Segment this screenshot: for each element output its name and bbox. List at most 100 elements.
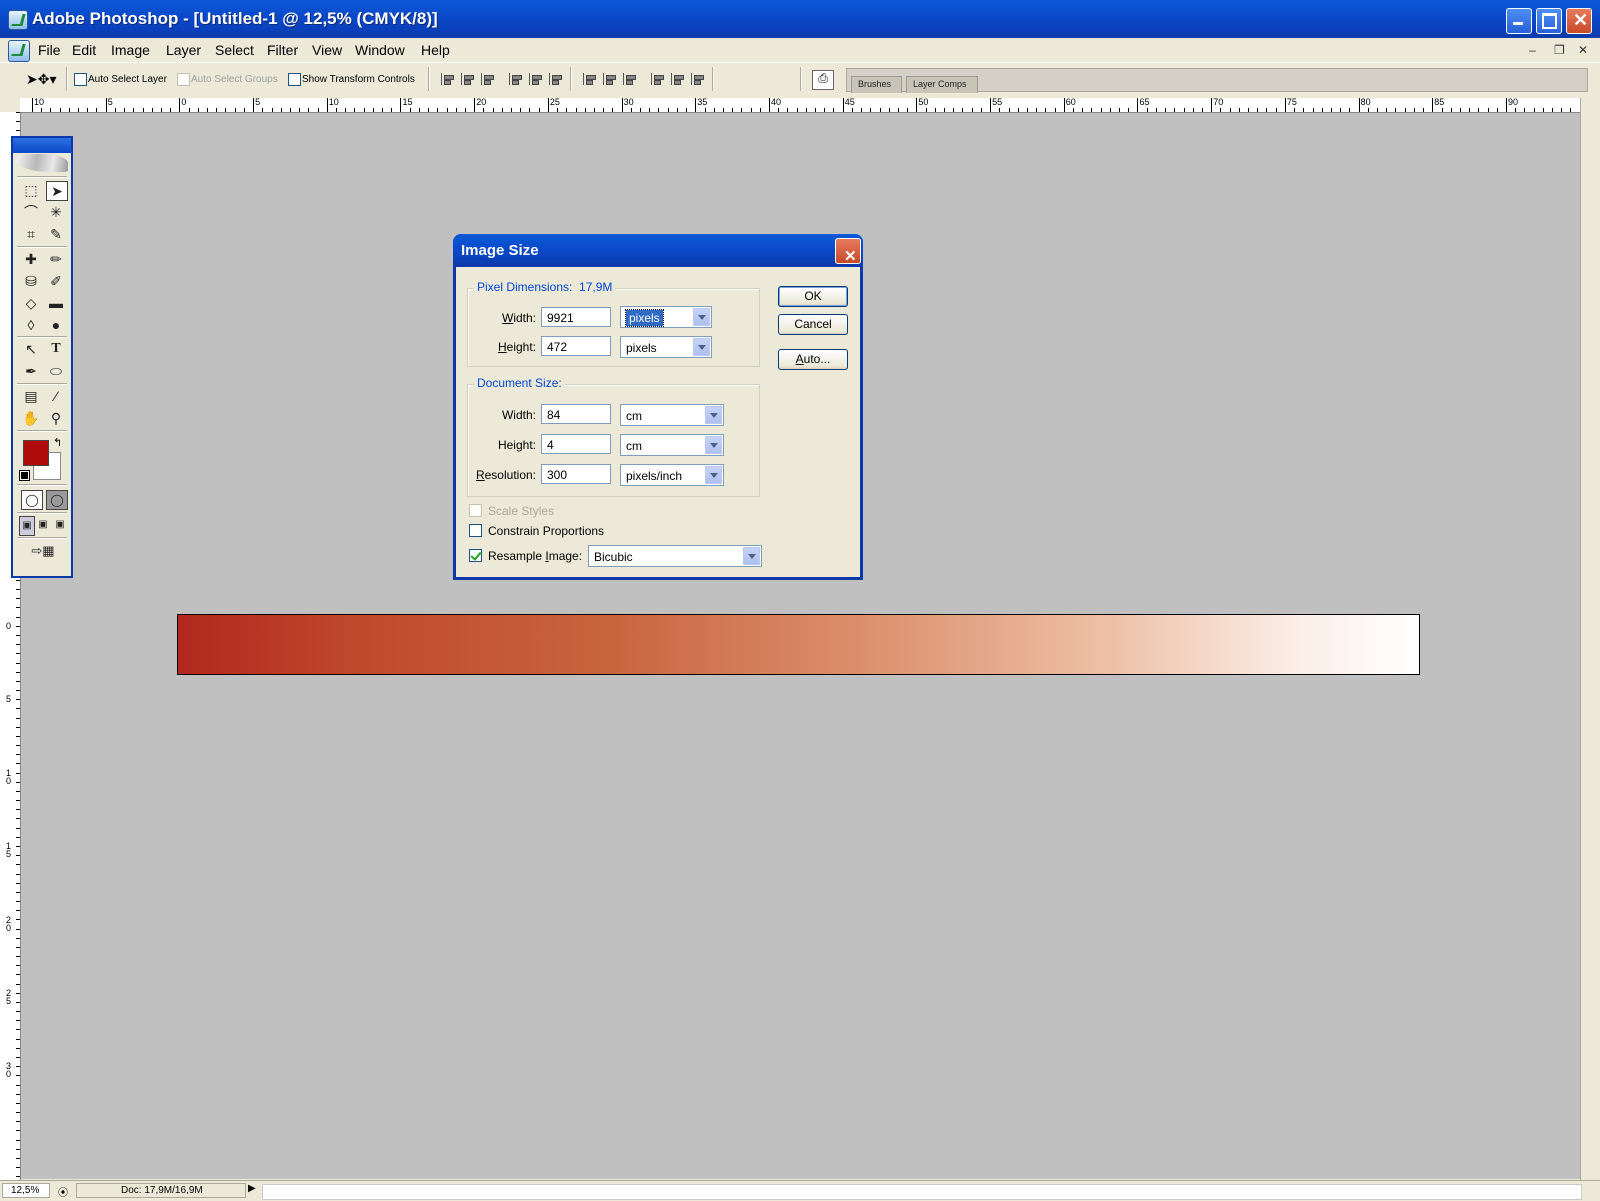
resample-method-select[interactable]: Bicubic: [588, 545, 762, 567]
maximize-button[interactable]: [1536, 8, 1562, 34]
menu-image[interactable]: Image: [111, 42, 150, 58]
eyedropper-tool-icon[interactable]: ⁄: [46, 387, 66, 405]
hand-tool-icon[interactable]: ✋: [21, 409, 41, 427]
toolbox-title-bar[interactable]: [13, 138, 71, 153]
scale-styles-checkbox[interactable]: [469, 504, 482, 517]
chevron-down-icon[interactable]: [705, 406, 722, 424]
magic-wand-tool-icon[interactable]: ✳: [46, 203, 66, 221]
dodge-tool-icon[interactable]: ●: [46, 316, 66, 334]
standard-screen-mode-icon[interactable]: ▣: [19, 516, 35, 536]
chevron-down-icon[interactable]: [693, 338, 710, 356]
ruler-origin[interactable]: [0, 98, 20, 112]
lasso-tool-icon[interactable]: ⌒: [21, 203, 41, 221]
auto-button[interactable]: Auto...: [778, 349, 848, 370]
menu-layer[interactable]: Layer: [166, 42, 201, 58]
palette-tab-layer-comps[interactable]: Layer Comps: [906, 76, 978, 93]
blur-tool-icon[interactable]: ◊: [21, 316, 41, 334]
align-vertical-centers-icon[interactable]: [461, 73, 476, 85]
chevron-down-icon[interactable]: [705, 466, 722, 484]
eraser-tool-icon[interactable]: ◇: [21, 294, 41, 312]
menu-filter[interactable]: Filter: [267, 42, 298, 58]
auto-select-layer-checkbox[interactable]: [74, 73, 87, 86]
full-screen-menubar-mode-icon[interactable]: ▣: [36, 516, 50, 534]
horizontal-ruler[interactable]: 10 5 0 5 10 15 20 25 30 35 40 45 50 55 60 65 70 75 80 85 90: [20, 98, 1580, 113]
menu-edit[interactable]: Edit: [72, 42, 96, 58]
chevron-down-icon[interactable]: [743, 547, 760, 565]
document-gradient-image[interactable]: [177, 614, 1420, 675]
distribute-horizontal-centers-icon[interactable]: [671, 73, 686, 85]
menu-file[interactable]: File: [38, 42, 61, 58]
foreground-color-swatch[interactable]: [23, 440, 49, 466]
auto-select-groups-checkbox[interactable]: [177, 73, 190, 86]
default-colors-icon[interactable]: [19, 470, 30, 481]
menu-view[interactable]: View: [312, 42, 342, 58]
photoshop-feather-logo[interactable]: [16, 154, 68, 172]
close-window-button[interactable]: ✕: [1566, 8, 1592, 34]
doc-close-button[interactable]: ✕: [1578, 43, 1588, 57]
photoshop-app-icon[interactable]: [8, 10, 28, 30]
chevron-down-icon[interactable]: [705, 436, 722, 454]
menu-help[interactable]: Help: [421, 42, 450, 58]
zoom-tool-icon[interactable]: ⚲: [46, 409, 66, 427]
distribute-top-icon[interactable]: [583, 73, 598, 85]
doc-height-unit-select[interactable]: cm: [620, 434, 724, 456]
move-tool-icon[interactable]: ➤: [46, 181, 68, 201]
ok-button[interactable]: OK: [778, 286, 848, 307]
palette-tab-brushes[interactable]: Brushes: [851, 76, 903, 93]
distribute-vertical-centers-icon[interactable]: [603, 73, 618, 85]
resolution-unit-select[interactable]: pixels/inch: [620, 464, 724, 486]
swap-colors-icon[interactable]: ↰: [53, 436, 62, 449]
type-tool-icon[interactable]: T: [46, 340, 66, 358]
brush-tool-icon[interactable]: ✏: [46, 250, 66, 268]
align-right-edges-icon[interactable]: [549, 73, 564, 85]
menu-window[interactable]: Window: [355, 42, 405, 58]
align-horizontal-centers-icon[interactable]: [529, 73, 544, 85]
horizontal-scrollbar[interactable]: [262, 1184, 1582, 1200]
doc-minimize-button[interactable]: –: [1529, 43, 1536, 57]
show-transform-controls-checkbox[interactable]: [288, 73, 301, 86]
align-top-edges-icon[interactable]: [441, 73, 456, 85]
pixel-height-unit-select[interactable]: pixels: [620, 336, 712, 358]
marquee-tool-icon[interactable]: ⬚: [21, 181, 41, 199]
distribute-bottom-icon[interactable]: [623, 73, 638, 85]
crop-tool-icon[interactable]: ⌗: [21, 225, 41, 243]
distribute-right-icon[interactable]: [691, 73, 706, 85]
dialog-title-bar[interactable]: Image Size ✕: [453, 234, 863, 267]
status-menu-arrow-icon[interactable]: ▶: [248, 1183, 256, 1194]
full-screen-mode-icon[interactable]: ▣: [53, 516, 67, 534]
gradient-tool-icon[interactable]: ▬: [46, 294, 66, 312]
jump-to-imageready-icon[interactable]: ⇨▦: [21, 542, 65, 560]
slice-tool-icon[interactable]: ✎: [46, 225, 66, 243]
ellipse-shape-tool-icon[interactable]: ⬭: [46, 362, 66, 380]
align-left-edges-icon[interactable]: [509, 73, 524, 85]
cancel-button[interactable]: Cancel: [778, 314, 848, 335]
vertical-scrollbar[interactable]: [1580, 98, 1600, 1180]
zoom-level-field[interactable]: 12,5%: [2, 1183, 50, 1198]
document-icon[interactable]: [8, 40, 30, 62]
distribute-left-icon[interactable]: [651, 73, 666, 85]
clone-stamp-tool-icon[interactable]: ⛁: [21, 272, 41, 290]
minimize-button[interactable]: [1506, 8, 1532, 34]
pixel-height-input[interactable]: 472: [541, 336, 611, 356]
quick-mask-mode-icon[interactable]: ◯: [46, 490, 68, 510]
menu-select[interactable]: Select: [215, 42, 254, 58]
chevron-down-icon[interactable]: [693, 308, 710, 326]
status-info-icon[interactable]: ⦿: [58, 1184, 68, 1199]
move-tool-preset-icon[interactable]: ➤✥▾: [26, 71, 57, 88]
resolution-input[interactable]: 300: [541, 464, 611, 484]
doc-width-input[interactable]: 84: [541, 404, 611, 424]
standard-mode-icon[interactable]: ◯: [21, 490, 43, 510]
pixel-width-input[interactable]: 9921: [541, 307, 611, 327]
notes-tool-icon[interactable]: ▤: [21, 387, 41, 405]
path-selection-tool-icon[interactable]: ↖: [21, 340, 41, 358]
doc-restore-button[interactable]: ❐: [1554, 43, 1565, 57]
history-brush-tool-icon[interactable]: ✐: [46, 272, 66, 290]
resample-image-checkbox[interactable]: [469, 549, 482, 562]
pen-tool-icon[interactable]: ✒: [21, 362, 41, 380]
dialog-close-button[interactable]: ✕: [835, 238, 861, 265]
align-bottom-edges-icon[interactable]: [481, 73, 496, 85]
pixel-width-unit-select[interactable]: pixels: [620, 306, 712, 328]
doc-height-input[interactable]: 4: [541, 434, 611, 454]
file-browser-icon[interactable]: ⎙: [812, 70, 834, 90]
doc-width-unit-select[interactable]: cm: [620, 404, 724, 426]
